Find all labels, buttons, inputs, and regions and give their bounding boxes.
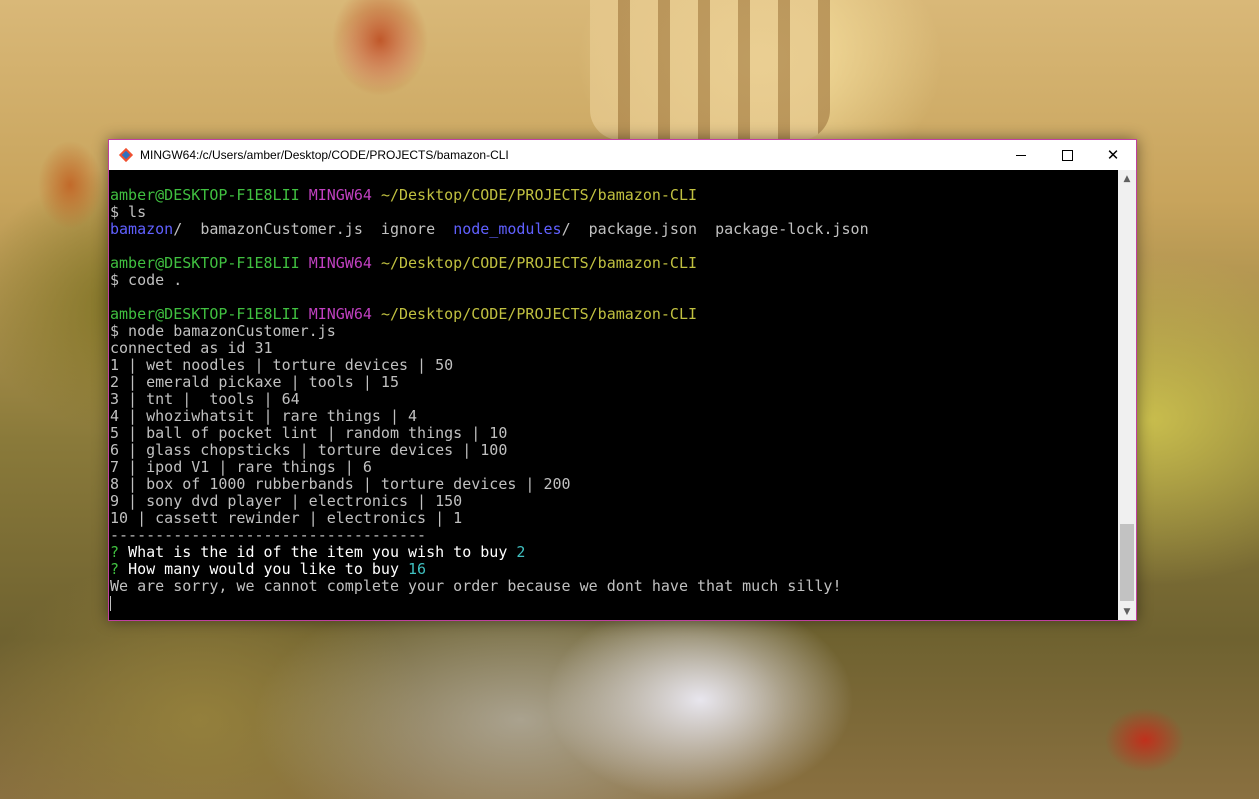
- product-row: 1 | wet noodles | torture devices | 50: [110, 356, 454, 374]
- product-row: 8 | box of 1000 rubberbands | torture de…: [110, 475, 571, 493]
- ls-separator: /: [561, 220, 589, 238]
- prompt-line: amber@DESKTOP-F1E8LII MINGW64 ~/Desktop/…: [110, 306, 1119, 323]
- question-text: What is the id of the item you wish to b…: [128, 543, 517, 561]
- text-cursor: [110, 596, 111, 611]
- question-answer: 2: [516, 543, 526, 561]
- wallpaper-figure: [300, 0, 460, 140]
- prompt-path: ~/Desktop/CODE/PROJECTS/bamazon-CLI: [380, 186, 698, 204]
- ls-separator: /: [173, 220, 201, 238]
- command-line: $ ls: [110, 203, 147, 221]
- output-line: connected as id 31: [110, 339, 273, 357]
- prompt-shell: MINGW64: [308, 305, 372, 323]
- scroll-down-button[interactable]: ▼: [1118, 603, 1136, 620]
- question-mark: ?: [110, 543, 129, 561]
- ls-output-line: bamazon/ bamazonCustomer.js ignore node_…: [110, 221, 1119, 238]
- command-line: $ code .: [110, 271, 183, 289]
- title-bar[interactable]: MINGW64:/c/Users/amber/Desktop/CODE/PROJ…: [109, 140, 1136, 170]
- maximize-button[interactable]: [1044, 140, 1090, 170]
- question-line: ? How many would you like to buy 16: [110, 561, 1119, 578]
- product-row: 9 | sony dvd player | electronics | 150: [110, 492, 463, 510]
- question-answer: 16: [408, 560, 427, 578]
- window-controls: ✕: [998, 140, 1136, 170]
- git-bash-icon[interactable]: [118, 147, 134, 163]
- wallpaper-squirrel: [30, 130, 110, 240]
- product-row: 3 | tnt | tools | 64: [110, 390, 300, 408]
- minimize-button[interactable]: [998, 140, 1044, 170]
- prompt-shell: MINGW64: [308, 254, 372, 272]
- product-row: 10 | cassett rewinder | electronics | 1: [110, 509, 463, 527]
- command-line: $ node bamazonCustomer.js: [110, 322, 336, 340]
- scroll-up-button[interactable]: ▲: [1118, 170, 1136, 187]
- ls-dir-bamazon: bamazon: [110, 220, 174, 238]
- chevron-down-icon: ▼: [1123, 606, 1131, 617]
- close-icon: ✕: [1106, 146, 1120, 164]
- scroll-thumb[interactable]: [1120, 524, 1134, 601]
- wallpaper-pillars: [590, 0, 830, 140]
- chevron-up-icon: ▲: [1123, 173, 1131, 184]
- maximize-icon: [1061, 149, 1073, 161]
- terminal-window[interactable]: MINGW64:/c/Users/amber/Desktop/CODE/PROJ…: [108, 139, 1137, 621]
- product-row: 7 | ipod V1 | rare things | 6: [110, 458, 372, 476]
- question-line: ? What is the id of the item you wish to…: [110, 544, 1119, 561]
- wallpaper-butterfly: [1090, 690, 1200, 790]
- prompt-path: ~/Desktop/CODE/PROJECTS/bamazon-CLI: [380, 254, 698, 272]
- prompt-path: ~/Desktop/CODE/PROJECTS/bamazon-CLI: [380, 305, 698, 323]
- error-message: We are sorry, we cannot complete your or…: [110, 577, 842, 595]
- question-text: How many would you like to buy: [128, 560, 409, 578]
- prompt-line: amber@DESKTOP-F1E8LII MINGW64 ~/Desktop/…: [110, 187, 1119, 204]
- terminal-output[interactable]: amber@DESKTOP-F1E8LII MINGW64 ~/Desktop/…: [109, 170, 1119, 620]
- prompt-user-host: amber@DESKTOP-F1E8LII: [110, 254, 300, 272]
- ls-files: bamazonCustomer.js ignore: [200, 220, 454, 238]
- divider-line: -----------------------------------: [110, 526, 427, 544]
- product-row: 2 | emerald pickaxe | tools | 15: [110, 373, 399, 391]
- close-button[interactable]: ✕: [1090, 140, 1136, 170]
- vertical-scrollbar[interactable]: ▲ ▼: [1118, 170, 1136, 620]
- prompt-shell: MINGW64: [308, 186, 372, 204]
- minimize-icon: [1016, 154, 1026, 156]
- ls-files: package.json package-lock.json: [588, 220, 869, 238]
- product-row: 5 | ball of pocket lint | random things …: [110, 424, 508, 442]
- prompt-user-host: amber@DESKTOP-F1E8LII: [110, 305, 300, 323]
- product-row: 4 | whoziwhatsit | rare things | 4: [110, 407, 418, 425]
- product-row: 6 | glass chopsticks | torture devices |…: [110, 441, 508, 459]
- question-mark: ?: [110, 560, 129, 578]
- prompt-line: amber@DESKTOP-F1E8LII MINGW64 ~/Desktop/…: [110, 255, 1119, 272]
- prompt-user-host: amber@DESKTOP-F1E8LII: [110, 186, 300, 204]
- cursor-line[interactable]: [110, 595, 1119, 612]
- ls-dir-node-modules: node_modules: [453, 220, 562, 238]
- window-title: MINGW64:/c/Users/amber/Desktop/CODE/PROJ…: [140, 148, 509, 162]
- wallpaper-dress: [520, 620, 880, 799]
